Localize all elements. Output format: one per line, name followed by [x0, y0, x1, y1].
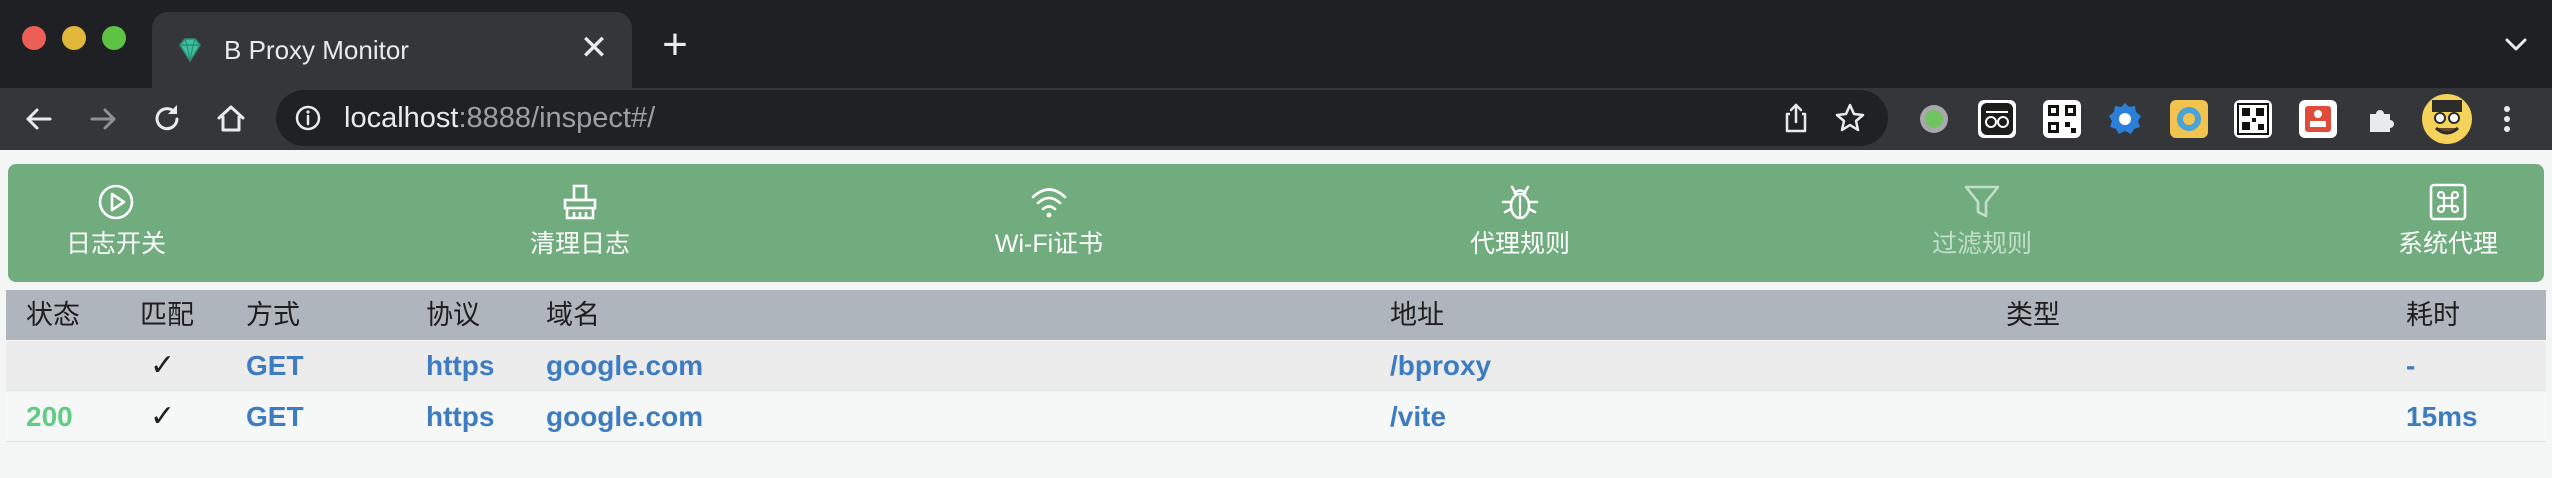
check-icon: ✓ — [150, 349, 176, 382]
forward-button[interactable] — [80, 96, 126, 142]
browser-tab-active[interactable]: B Proxy Monitor ✕ — [152, 12, 632, 88]
bug-icon — [1501, 185, 1539, 220]
qr-code-ext-icon[interactable] — [2043, 100, 2081, 138]
table-header: 状态 匹配 方式 协议 域名 地址 类型 耗时 — [6, 290, 2546, 340]
system-proxy-button[interactable]: 系统代理 — [2388, 182, 2508, 266]
address-bar[interactable]: localhost:8888/inspect#/ — [276, 90, 1888, 146]
image-ext-icon[interactable] — [2170, 100, 2208, 138]
reload-icon — [155, 105, 179, 131]
wifi-cert-button[interactable]: Wi-Fi证书 — [974, 182, 1124, 266]
check-icon: ✓ — [150, 400, 176, 433]
action-bar: 日志开关 清理日志 Wi-Fi证书 代理规则 过滤规则 系统代理 — [8, 164, 2544, 282]
cell-method: GET — [246, 350, 304, 381]
home-icon — [217, 105, 245, 132]
wifi-cert-label: Wi-Fi证书 — [994, 230, 1104, 258]
cell-path: /vite — [1390, 401, 1447, 432]
filter-rules-button[interactable]: 过滤规则 — [1922, 182, 2042, 266]
filter-icon — [1964, 185, 2000, 218]
arrow-right-icon — [90, 108, 116, 130]
zoom-window-button[interactable] — [102, 26, 126, 50]
play-circle-icon — [98, 184, 134, 220]
url-text[interactable]: localhost:8888/inspect#/ — [344, 100, 655, 136]
star-icon[interactable] — [1832, 100, 1868, 136]
column-header-method[interactable]: 方式 — [246, 298, 300, 332]
cell-domain: google.com — [546, 350, 704, 381]
cell-status: 200 — [26, 401, 73, 432]
minimize-window-button[interactable] — [62, 26, 86, 50]
new-tab-button[interactable]: + — [650, 20, 700, 70]
tab-title: B Proxy Monitor — [224, 35, 409, 65]
url-path: :8888/inspect#/ — [458, 102, 656, 134]
glasses-ext-icon[interactable] — [1978, 100, 2016, 138]
command-icon — [2429, 183, 2467, 221]
cell-domain: google.com — [546, 401, 704, 432]
column-header-protocol[interactable]: 协议 — [426, 298, 480, 332]
browser-toolbar: localhost:8888/inspect#/ — [0, 88, 2552, 150]
cell-method: GET — [246, 401, 304, 432]
gem-favicon-icon — [179, 38, 201, 63]
column-header-time[interactable]: 耗时 — [2406, 298, 2460, 332]
toggle-log-label: 日志开关 — [65, 230, 166, 258]
table-row[interactable]: ✓ GET https google.com /bproxy - — [6, 341, 2546, 391]
share-icon[interactable] — [1778, 100, 1814, 136]
green-circle-ext-icon[interactable] — [1915, 100, 1953, 138]
clear-log-label: 清理日志 — [529, 230, 630, 258]
toggle-log-button[interactable]: 日志开关 — [56, 182, 176, 266]
column-header-domain[interactable]: 域名 — [546, 298, 600, 332]
home-button[interactable] — [208, 96, 254, 142]
broom-icon — [563, 184, 597, 220]
column-header-match[interactable]: 匹配 — [140, 298, 194, 332]
proxy-rules-button[interactable]: 代理规则 — [1460, 182, 1580, 266]
close-window-button[interactable] — [22, 26, 46, 50]
cell-time: - — [2406, 350, 2416, 381]
reload-button[interactable] — [144, 96, 190, 142]
kebab-menu-icon[interactable] — [2492, 100, 2522, 138]
cell-protocol: https — [426, 350, 495, 381]
red-ext-icon[interactable] — [2299, 100, 2337, 138]
cell-protocol: https — [426, 401, 495, 432]
column-header-path[interactable]: 地址 — [1390, 298, 1444, 332]
cell-path: /bproxy — [1390, 350, 1492, 381]
wifi-icon — [1031, 188, 1067, 218]
puzzle-icon[interactable] — [2362, 100, 2400, 138]
clear-log-button[interactable]: 清理日志 — [520, 182, 640, 266]
browser-tab-bar: B Proxy Monitor ✕ + — [0, 0, 2552, 88]
table-row[interactable]: 200 ✓ GET https google.com /vite 15ms — [6, 392, 2546, 442]
qr-scan-ext-icon[interactable] — [2234, 100, 2272, 138]
gear-ext-icon[interactable] — [2106, 100, 2144, 138]
column-header-type[interactable]: 类型 — [2006, 298, 2060, 332]
profile-avatar[interactable] — [2422, 94, 2472, 144]
url-host: localhost — [344, 102, 459, 134]
arrow-left-icon — [26, 108, 52, 130]
filter-rules-label: 过滤规则 — [1931, 230, 2032, 258]
system-proxy-label: 系统代理 — [2397, 230, 2498, 258]
back-button[interactable] — [16, 96, 62, 142]
column-header-status[interactable]: 状态 — [26, 298, 80, 332]
cell-time: 15ms — [2406, 401, 2478, 432]
chevron-down-icon[interactable] — [2498, 26, 2534, 62]
info-icon[interactable] — [292, 102, 324, 134]
tab-close-icon[interactable]: ✕ — [576, 30, 612, 66]
proxy-rules-label: 代理规则 — [1469, 230, 1570, 258]
